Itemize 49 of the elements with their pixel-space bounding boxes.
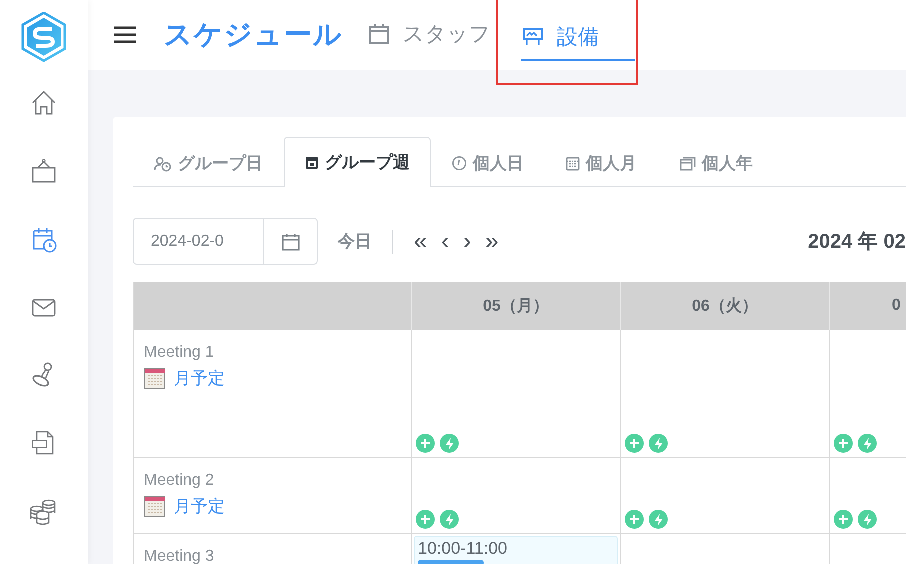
calendar-button[interactable] <box>263 218 318 265</box>
view-tab[interactable]: グループ週 <box>284 137 431 187</box>
lightning-icon[interactable] <box>649 434 668 453</box>
lightning-icon[interactable] <box>649 510 668 529</box>
lightning-icon[interactable] <box>440 434 459 453</box>
nav-button[interactable]: » <box>478 230 506 254</box>
view-tab[interactable]: 個人月 <box>545 139 658 187</box>
resource-name: Meeting 3 <box>143 547 216 564</box>
calendar-icon <box>566 156 580 171</box>
clock-icon <box>452 156 467 171</box>
menu-icon[interactable] <box>113 25 137 45</box>
nav-button[interactable]: › <box>456 230 478 254</box>
date-field[interactable]: 2024-02-0 <box>133 218 263 265</box>
event-block[interactable]: 10:00-11:00 <box>414 536 618 564</box>
calendar-icon <box>144 368 166 390</box>
calendar-icon <box>367 22 391 46</box>
add-icon[interactable] <box>625 510 644 529</box>
today-button[interactable]: 今日 <box>330 226 380 257</box>
day-header: 06（火） <box>621 282 830 330</box>
calendar-icon <box>144 496 166 518</box>
people-clock-icon <box>154 156 172 172</box>
day-header: 0 <box>830 282 906 330</box>
add-icon[interactable] <box>834 510 853 529</box>
view-tab[interactable]: 個人年 <box>658 139 774 187</box>
month-schedule-link[interactable]: 月予定 <box>144 495 225 518</box>
page-title: スケジュール <box>164 18 343 52</box>
add-icon[interactable] <box>416 510 435 529</box>
month-schedule-link[interactable]: 月予定 <box>144 367 225 390</box>
view-tab[interactable]: グループ日 <box>133 139 284 187</box>
lightning-icon[interactable] <box>858 510 877 529</box>
calendar-icon <box>305 155 319 170</box>
view-tab[interactable]: 個人日 <box>431 139 545 187</box>
calendar-stack-icon <box>679 156 696 171</box>
lightning-icon[interactable] <box>440 510 459 529</box>
nav-button[interactable]: ‹ <box>434 230 456 254</box>
add-icon[interactable] <box>625 434 644 453</box>
nav-button[interactable]: « <box>407 230 434 254</box>
calendar-icon <box>280 232 300 252</box>
nav-tab[interactable]: スタッフ <box>367 14 491 56</box>
period-title: 2024 年 02 <box>808 230 906 255</box>
resource-name: Meeting 1 <box>143 343 216 362</box>
nav-tab[interactable]: 設備 <box>521 17 635 61</box>
resource-name: Meeting 2 <box>143 471 216 490</box>
logo-icon <box>21 12 67 62</box>
add-icon[interactable] <box>416 434 435 453</box>
lightning-icon[interactable] <box>858 434 877 453</box>
event-time: 10:00-11:00 <box>418 539 508 559</box>
day-header: 05（月） <box>412 282 621 330</box>
add-icon[interactable] <box>834 434 853 453</box>
